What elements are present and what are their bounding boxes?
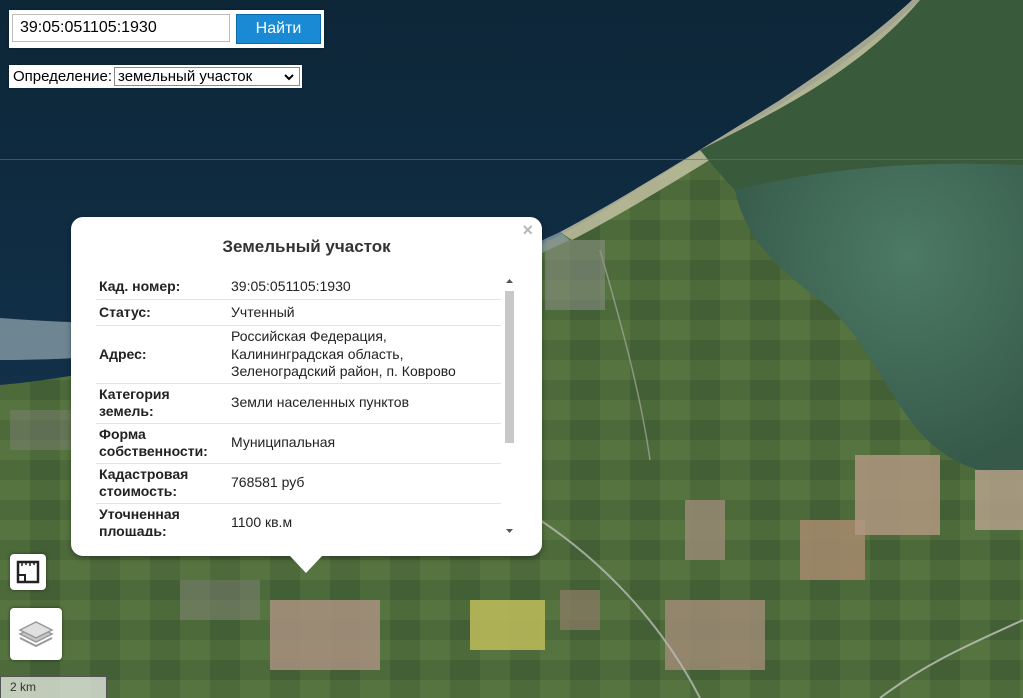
scrollbar-thumb[interactable]	[505, 291, 514, 443]
attribute-label: Кадастровая стоимость:	[99, 466, 188, 501]
ruler-icon	[16, 560, 40, 584]
attribute-label-line: Категория	[99, 385, 170, 402]
scroll-down-icon[interactable]	[505, 527, 514, 535]
attribute-label-line: Форма	[99, 425, 146, 442]
attribute-label: Статус:	[99, 304, 151, 322]
attribute-value-line: 39:05:051105:1930	[231, 277, 351, 294]
scroll-up-icon[interactable]	[505, 277, 514, 285]
definition-selected-value: земельный участок	[118, 68, 253, 85]
scale-bar: 2 km	[0, 676, 107, 698]
definition-label: Определение:	[13, 68, 113, 85]
attribute-row: Кад. номер: 39:05:051105:1930	[96, 274, 501, 300]
attribute-row: Форма собственности: Муниципальная	[96, 424, 501, 464]
attribute-value: Земли населенных пунктов	[231, 394, 409, 412]
search-panel: Найти	[9, 10, 324, 48]
attribute-value-line: Калининградская область,	[231, 345, 404, 362]
attribute-value-line: 1100 кв.м	[231, 514, 293, 531]
attribute-value: 1100 кв.м	[231, 514, 292, 532]
measure-button[interactable]	[10, 554, 46, 590]
find-button[interactable]: Найти	[236, 14, 321, 44]
layers-button[interactable]	[10, 608, 62, 660]
attribute-label-line: стоимость:	[99, 483, 178, 499]
attribute-label: Категория земель:	[99, 386, 170, 421]
parcel-info-popup: × Земельный участок Кад. номер: 39:05:051…	[71, 217, 542, 556]
attribute-value-line: Земли населенных пунктов	[231, 394, 410, 411]
chevron-down-icon	[284, 74, 294, 81]
attribute-label-line: Кадастровая	[99, 465, 189, 482]
attribute-label: Форма собственности:	[99, 426, 208, 461]
attribute-value-line: Российская Федерация,	[231, 328, 387, 344]
cadastral-number-input[interactable]	[12, 14, 230, 42]
attribute-value-line: Зеленоградский район, п. Коврово	[231, 363, 456, 379]
attribute-row: Кадастровая стоимость: 768581 руб	[96, 464, 501, 504]
attribute-value: Муниципальная	[231, 434, 335, 452]
popup-title: Земельный участок	[222, 237, 391, 256]
attribute-label-line: Статус:	[99, 303, 151, 320]
attribute-row: Адрес: Российская Федерация, Калининградск…	[96, 326, 501, 384]
attribute-label: Уточненная площадь:	[99, 506, 180, 537]
parcel-attributes-list[interactable]: Кад. номер: 39:05:051105:1930 Статус: Учтен…	[96, 274, 501, 536]
attribute-value-line: Учтенный	[231, 303, 295, 320]
attribute-row: Статус: Учтенный	[96, 300, 501, 326]
attribute-label-line: Уточненная	[99, 505, 180, 522]
attribute-value-line: Муниципальная	[231, 434, 336, 451]
attribute-value-line: 768581 руб	[231, 474, 305, 491]
definition-select[interactable]: земельный участок	[114, 67, 300, 86]
attribute-label-line: земель:	[99, 403, 154, 419]
attribute-label: Кад. номер:	[99, 278, 180, 296]
attribute-row: Категория земель: Земли населенных пунктов	[96, 384, 501, 424]
attribute-row: Уточненная площадь: 1100 кв.м	[96, 504, 501, 537]
attribute-label-line: собственности:	[99, 443, 208, 459]
popup-scrollbar[interactable]	[503, 277, 515, 539]
attribute-value: Российская Федерация, Калининградская обл…	[231, 328, 456, 381]
attribute-label-line: Адрес:	[99, 345, 147, 362]
attribute-value: 768581 руб	[231, 474, 304, 492]
attribute-label-line: Кад. номер:	[99, 277, 181, 294]
scale-label: 2 km	[10, 680, 37, 694]
attribute-label: Адрес:	[99, 346, 147, 364]
layers-icon	[18, 621, 54, 648]
attribute-label-line: площадь:	[99, 523, 167, 536]
attribute-value: Учтенный	[231, 304, 295, 322]
attribute-value: 39:05:051105:1930	[231, 278, 351, 296]
definition-panel: Определение: земельный участок	[9, 65, 302, 88]
popup-pointer	[290, 556, 322, 573]
